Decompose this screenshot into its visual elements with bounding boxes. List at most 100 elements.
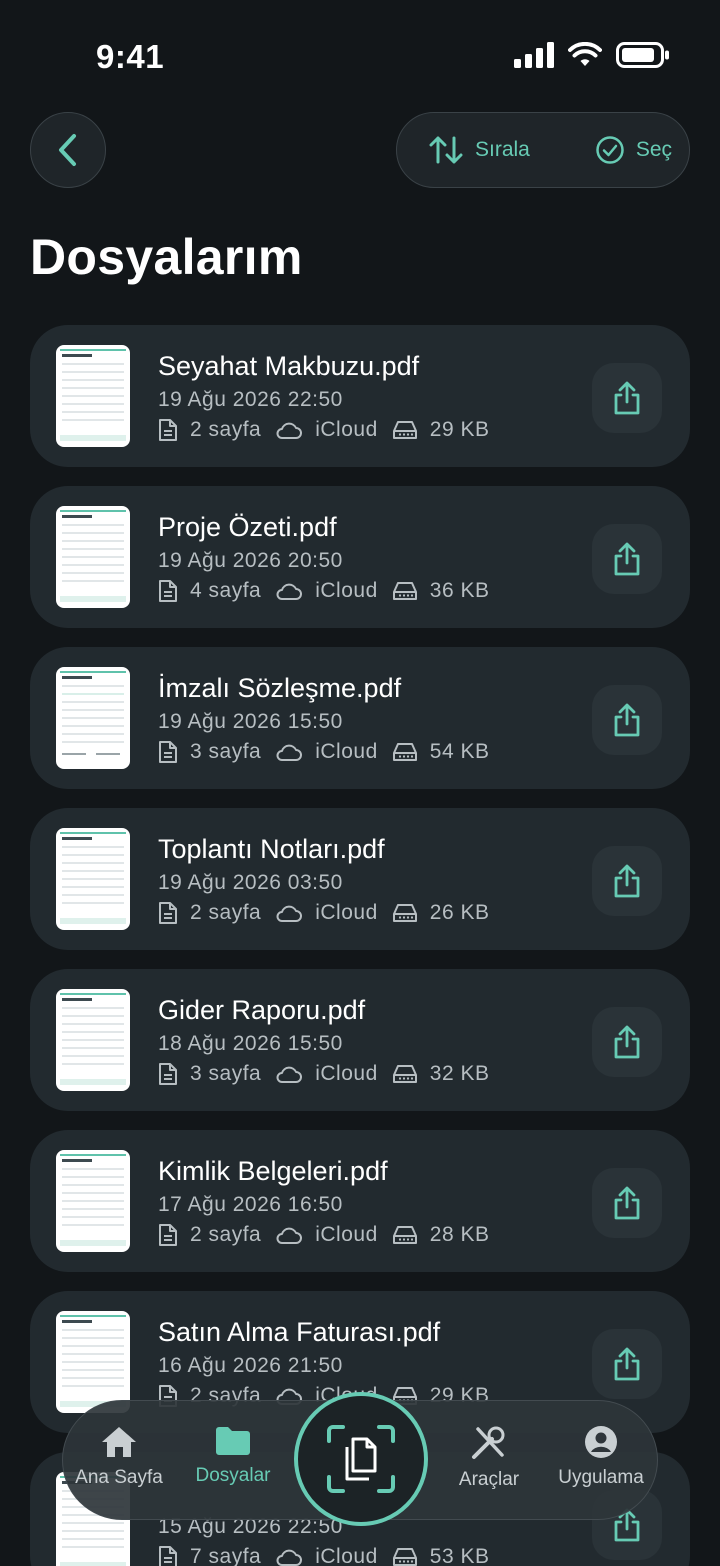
file-meta: 3 sayfa iCloud 54 KB — [158, 740, 489, 764]
share-button[interactable] — [592, 524, 662, 594]
file-thumbnail — [56, 1150, 130, 1252]
signal-icon — [514, 42, 554, 68]
select-button[interactable]: Seç — [596, 136, 672, 164]
cloud-icon — [276, 422, 303, 439]
storage-location: iCloud — [315, 1223, 378, 1246]
file-date: 16 Ağu 2026 21:50 — [158, 1354, 343, 1377]
share-button[interactable] — [592, 685, 662, 755]
wifi-icon — [568, 42, 602, 66]
tab-tools[interactable]: Araçlar — [441, 1425, 537, 1491]
document-icon — [159, 1224, 177, 1246]
page-count: 3 sayfa — [190, 740, 262, 763]
scan-icon — [327, 1425, 395, 1493]
page-count: 3 sayfa — [190, 1062, 262, 1085]
sort-button[interactable]: Sırala — [429, 135, 530, 165]
cloud-icon — [276, 1066, 303, 1083]
back-chevron-icon — [59, 134, 76, 166]
file-name: Toplantı Notları.pdf — [158, 834, 385, 864]
status-icons — [514, 42, 670, 68]
share-button[interactable] — [592, 1168, 662, 1238]
file-size: 53 KB — [429, 1545, 490, 1566]
folder-icon — [216, 1427, 250, 1455]
file-size: 36 KB — [429, 579, 490, 602]
file-card[interactable]: Proje Özeti.pdf 19 Ağu 2026 20:50 4 sayf… — [30, 486, 690, 628]
file-meta: 4 sayfa iCloud 36 KB — [158, 579, 489, 603]
file-size: 32 KB — [429, 1062, 490, 1085]
file-meta: 2 sayfa iCloud 26 KB — [158, 901, 489, 925]
file-name: Seyahat Makbuzu.pdf — [158, 351, 420, 381]
page-count: 2 sayfa — [190, 418, 262, 441]
tab-files-label: Dosyalar — [195, 1465, 271, 1486]
file-date: 19 Ağu 2026 20:50 — [158, 549, 343, 572]
document-icon — [159, 902, 177, 924]
storage-location: iCloud — [315, 1062, 378, 1085]
file-date: 17 Ağu 2026 16:50 — [158, 1193, 343, 1216]
share-icon — [614, 703, 640, 737]
cloud-icon — [276, 1549, 303, 1566]
file-card[interactable]: Seyahat Makbuzu.pdf 19 Ağu 2026 22:50 2 … — [30, 325, 690, 467]
select-label: Seç — [635, 138, 673, 161]
share-icon — [614, 864, 640, 898]
file-size: 26 KB — [429, 901, 490, 924]
file-thumbnail — [56, 1311, 130, 1413]
file-name: Satın Alma Faturası.pdf — [158, 1317, 441, 1347]
storage-drive-icon — [392, 743, 417, 761]
document-icon — [159, 580, 177, 602]
file-card[interactable]: İmzalı Sözleşme.pdf 19 Ağu 2026 15:50 3 … — [30, 647, 690, 789]
tab-home[interactable]: Ana Sayfa — [71, 1425, 167, 1489]
share-icon — [614, 1186, 640, 1220]
file-thumbnail — [56, 506, 130, 608]
storage-location: iCloud — [315, 901, 378, 924]
tab-app[interactable]: Uygulama — [551, 1425, 651, 1489]
cloud-icon — [276, 744, 303, 761]
page-count: 7 sayfa — [190, 1545, 262, 1566]
share-icon — [614, 1025, 640, 1059]
file-date: 19 Ağu 2026 22:50 — [158, 388, 343, 411]
tools-icon — [472, 1426, 505, 1459]
file-meta: 2 sayfa iCloud 28 KB — [158, 1223, 489, 1247]
page-count: 4 sayfa — [190, 579, 262, 602]
file-thumbnail — [56, 989, 130, 1091]
storage-location: iCloud — [315, 418, 378, 441]
tab-files[interactable]: Dosyalar — [185, 1425, 281, 1487]
share-button[interactable] — [592, 1329, 662, 1399]
page-count: 2 sayfa — [190, 901, 262, 924]
file-date: 18 Ağu 2026 15:50 — [158, 1032, 343, 1055]
document-icon — [159, 741, 177, 763]
scan-button[interactable] — [294, 1392, 428, 1526]
file-thumbnail — [56, 667, 130, 769]
storage-location: iCloud — [315, 579, 378, 602]
storage-drive-icon — [392, 1065, 417, 1083]
storage-drive-icon — [392, 582, 417, 600]
share-button[interactable] — [592, 1007, 662, 1077]
tab-tools-label: Araçlar — [458, 1469, 520, 1490]
file-card[interactable]: Kimlik Belgeleri.pdf 17 Ağu 2026 16:50 2… — [30, 1130, 690, 1272]
document-icon — [159, 1546, 177, 1566]
status-bar: 9:41 — [0, 0, 720, 110]
storage-drive-icon — [392, 1548, 417, 1566]
share-button[interactable] — [592, 846, 662, 916]
file-meta: 7 sayfa iCloud 53 KB — [158, 1545, 489, 1566]
status-time: 9:41 — [96, 38, 165, 75]
battery-icon — [616, 42, 669, 68]
file-size: 28 KB — [429, 1223, 490, 1246]
file-name: İmzalı Sözleşme.pdf — [158, 673, 402, 703]
sort-arrows-icon — [429, 136, 463, 164]
storage-drive-icon — [392, 904, 417, 922]
share-button[interactable] — [592, 363, 662, 433]
file-thumbnail — [56, 828, 130, 930]
file-meta: 2 sayfa iCloud 29 KB — [158, 418, 489, 442]
document-icon — [159, 1063, 177, 1085]
file-date: 19 Ağu 2026 03:50 — [158, 871, 343, 894]
home-icon — [102, 1427, 136, 1457]
storage-location: iCloud — [315, 740, 378, 763]
sort-label: Sırala — [475, 138, 530, 161]
back-button[interactable] — [30, 112, 106, 188]
check-circle-icon — [596, 136, 624, 164]
document-icon — [159, 419, 177, 441]
share-icon — [614, 381, 640, 415]
file-card[interactable]: Gider Raporu.pdf 18 Ağu 2026 15:50 3 say… — [30, 969, 690, 1111]
file-card[interactable]: Toplantı Notları.pdf 19 Ağu 2026 03:50 2… — [30, 808, 690, 950]
file-date: 19 Ağu 2026 15:50 — [158, 710, 343, 733]
storage-location: iCloud — [315, 1545, 378, 1566]
